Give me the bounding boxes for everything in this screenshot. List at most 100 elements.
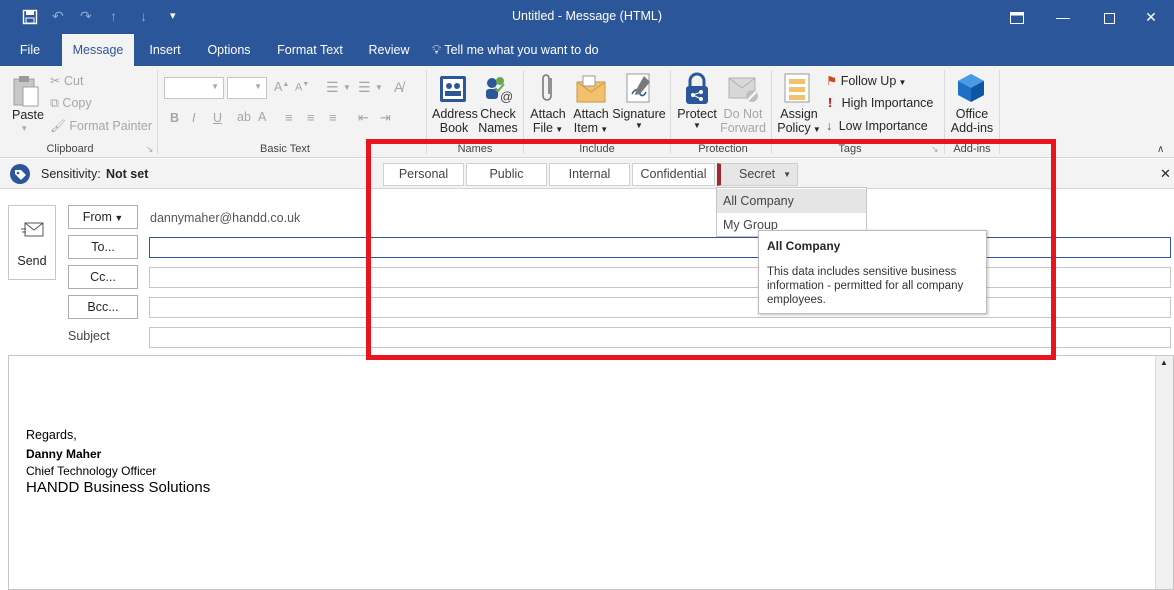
tab-review[interactable]: Review: [362, 34, 416, 66]
close-icon[interactable]: ✕: [1128, 0, 1174, 34]
clear-formatting-icon[interactable]: A̸: [394, 79, 403, 95]
protect-button[interactable]: Protect ▼: [676, 107, 718, 130]
low-importance-button[interactable]: ↓ Low Importance: [826, 119, 928, 133]
scrollbar[interactable]: ▲: [1155, 356, 1173, 589]
flag-icon: ⚑: [826, 74, 838, 88]
tag-icon: [10, 164, 30, 187]
chevron-down-icon: ▼: [111, 213, 124, 223]
protect-label: Protect: [677, 107, 717, 121]
signature-company: HANDD Business Solutions: [26, 479, 211, 496]
tab-insert[interactable]: Insert: [142, 34, 188, 66]
ribbon-display-options-icon[interactable]: [994, 0, 1040, 34]
high-importance-button[interactable]: ! High Importance: [828, 96, 933, 110]
message-body[interactable]: ▲ Regards, Danny Maher Chief Technology …: [8, 355, 1174, 590]
title-bar: ↶ ↷ ↑ ↓ ▾ Untitled - Message (HTML) — ✕: [0, 0, 1174, 34]
office-addins-label-2: Add-ins: [950, 121, 994, 135]
subject-label: Subject: [68, 329, 110, 343]
signature-icon[interactable]: [624, 72, 654, 107]
shrink-font-icon[interactable]: A▼: [295, 81, 309, 94]
scroll-up-icon[interactable]: ▲: [1160, 358, 1168, 367]
font-size-combo[interactable]: ▼: [227, 77, 267, 99]
do-not-forward-icon[interactable]: [728, 74, 760, 107]
cut-label: Cut: [63, 74, 84, 88]
tab-file[interactable]: File: [10, 34, 50, 66]
tab-format-text[interactable]: Format Text: [272, 34, 348, 66]
ribbon-tabs: File Message Insert Options Format Text …: [0, 34, 1174, 66]
basic-text-group-label: Basic Text: [260, 143, 310, 155]
chevron-down-icon: ▼: [598, 125, 609, 134]
chevron-down-icon: ▼: [254, 82, 262, 91]
signature-name: Danny Maher: [26, 447, 102, 461]
maximize-icon[interactable]: [1086, 0, 1132, 34]
chevron-down-icon[interactable]: ▼: [343, 83, 351, 92]
close-sensitivity-bar-icon[interactable]: ✕: [1160, 166, 1171, 182]
minimize-icon[interactable]: —: [1040, 0, 1086, 34]
copy-label: Copy: [62, 96, 92, 110]
chevron-down-icon: ▼: [810, 125, 821, 134]
underline-icon[interactable]: U: [213, 111, 222, 125]
grow-font-icon[interactable]: A▲: [274, 80, 289, 94]
signature-button[interactable]: Signature ▼: [612, 107, 666, 130]
attach-file-button[interactable]: Attach File ▼: [528, 107, 568, 135]
lightbulb-icon: 💡︎: [432, 42, 442, 57]
office-addins-label-1: Office: [955, 107, 989, 121]
svg-text:@: @: [500, 89, 513, 104]
assign-policy-button[interactable]: Assign Policy ▼: [776, 107, 822, 135]
do-not-forward-button[interactable]: Do Not Forward: [718, 107, 768, 135]
follow-up-label: Follow Up: [840, 74, 897, 88]
paste-chevron-icon[interactable]: ▾: [22, 123, 27, 134]
cut-button[interactable]: ✂ Cut: [50, 73, 83, 88]
font-name-combo[interactable]: ▼: [164, 77, 224, 99]
office-addins-button[interactable]: Office Add-ins: [948, 107, 996, 135]
attach-item-button[interactable]: Attach Item ▼: [570, 107, 612, 135]
office-addins-icon[interactable]: [956, 72, 986, 107]
follow-up-button[interactable]: ⚑ Follow Up ▼: [826, 73, 906, 88]
check-names-button[interactable]: Check Names: [478, 107, 518, 135]
cc-button[interactable]: Cc...: [68, 265, 138, 289]
address-book-button[interactable]: Address Book: [432, 107, 478, 135]
paste-icon[interactable]: [12, 74, 40, 111]
protect-icon[interactable]: [682, 72, 712, 109]
italic-icon[interactable]: I: [192, 111, 195, 125]
to-button[interactable]: To...: [68, 235, 138, 259]
tab-options[interactable]: Options: [200, 34, 258, 66]
paste-button[interactable]: Paste: [12, 108, 44, 122]
address-book-icon[interactable]: [438, 74, 468, 107]
check-names-label-1: Check: [480, 107, 516, 121]
attach-item-icon[interactable]: [576, 74, 606, 107]
chevron-down-icon: ▼: [553, 125, 564, 134]
assign-policy-label-2-text: Policy: [777, 121, 811, 135]
align-right-icon[interactable]: ≡: [329, 110, 337, 125]
collapse-ribbon-icon[interactable]: ∧: [1157, 144, 1164, 155]
format-painter-button[interactable]: 🖌︎ Format Painter: [50, 119, 152, 134]
highlight-box: [366, 139, 1056, 360]
check-names-icon[interactable]: @: [482, 74, 514, 107]
do-not-forward-label-1: Do Not: [723, 107, 763, 121]
align-center-icon[interactable]: ≡: [307, 110, 315, 125]
send-button[interactable]: Send: [8, 205, 56, 280]
attach-file-label-2: File ▼: [528, 121, 568, 135]
bcc-button[interactable]: Bcc...: [68, 295, 138, 319]
font-color-icon[interactable]: A: [258, 110, 266, 124]
bold-icon[interactable]: B: [170, 111, 179, 125]
tab-message[interactable]: Message: [62, 34, 134, 66]
highlight-icon[interactable]: ab: [237, 110, 251, 124]
paperclip-icon[interactable]: [538, 72, 558, 109]
sensitivity-value: Not set: [106, 167, 149, 181]
numbering-icon[interactable]: ☰: [358, 79, 371, 96]
copy-button[interactable]: ⧉ Copy: [50, 96, 92, 111]
from-label: From: [82, 210, 112, 224]
decrease-indent-icon[interactable]: ⇤: [358, 110, 369, 126]
from-button[interactable]: From ▼: [68, 205, 138, 229]
do-not-forward-label-2: Forward: [720, 121, 766, 135]
chevron-down-icon[interactable]: ▼: [375, 83, 383, 92]
increase-indent-icon[interactable]: ⇥: [380, 110, 391, 126]
tell-me-search[interactable]: 💡︎ Tell me what you want to do: [432, 34, 612, 66]
bullets-icon[interactable]: ☰: [326, 79, 339, 96]
chevron-down-icon: ▼: [896, 78, 907, 87]
assign-policy-icon[interactable]: [782, 72, 812, 107]
align-left-icon[interactable]: ≡: [285, 110, 293, 125]
signature-label: Signature: [612, 107, 666, 121]
signature-role: Chief Technology Officer: [26, 464, 157, 478]
clipboard-launcher-icon[interactable]: ↘: [146, 144, 154, 155]
